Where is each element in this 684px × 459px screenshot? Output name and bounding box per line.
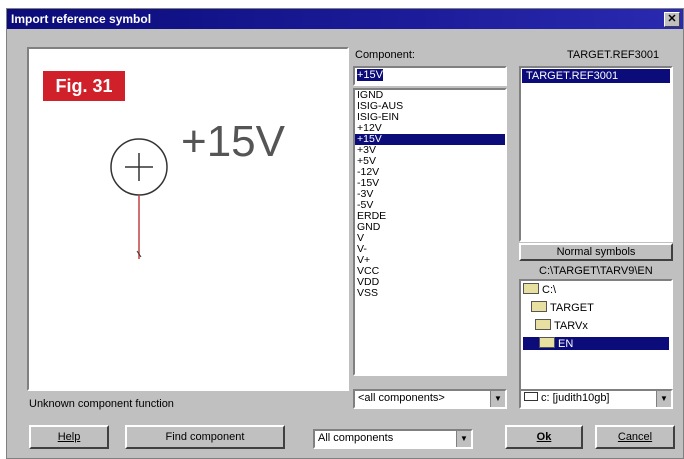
chevron-down-icon[interactable]: ▼ — [456, 431, 471, 447]
dir-item-label: TARGET — [550, 302, 594, 314]
list-item[interactable]: V- — [355, 244, 505, 255]
folder-open-icon — [539, 337, 555, 348]
list-item[interactable]: -15V — [355, 178, 505, 189]
close-icon[interactable]: ✕ — [664, 12, 680, 27]
title-bar[interactable]: Import reference symbol ✕ — [7, 9, 683, 29]
chevron-down-icon[interactable]: ▼ — [656, 391, 671, 407]
drive-value: c: [judith10gb] — [541, 392, 610, 404]
normal-symbols-button[interactable]: Normal symbols — [519, 243, 673, 261]
help-button-label: Help — [57, 431, 81, 443]
dir-item-en[interactable]: EN — [523, 337, 669, 350]
list-item[interactable]: -3V — [355, 189, 505, 200]
list-item[interactable]: GND — [355, 222, 505, 233]
dir-item-root[interactable]: C:\ — [523, 283, 556, 296]
voltage-source-symbol — [110, 138, 168, 259]
chevron-down-icon[interactable]: ▼ — [490, 391, 505, 407]
current-path: C:\TARGET\TARV9\EN — [539, 265, 653, 277]
list-item-selected[interactable]: +15V — [355, 134, 505, 145]
find-component-button[interactable]: Find component — [125, 425, 285, 449]
dir-item-label: EN — [558, 338, 574, 350]
import-reference-symbol-dialog: Import reference symbol ✕ Fig. 31 +15V U… — [6, 8, 684, 459]
dir-item-tarvx[interactable]: TARVx — [535, 319, 588, 332]
dir-item-target[interactable]: TARGET — [531, 301, 594, 314]
cancel-button[interactable]: Cancel — [595, 425, 675, 449]
all-components-dropdown[interactable]: All components ▼ — [313, 429, 473, 449]
list-item[interactable]: V — [355, 233, 505, 244]
all-components-value: All components — [318, 432, 394, 444]
list-item[interactable]: VSS — [355, 288, 505, 299]
symbol-preview: Fig. 31 +15V — [27, 47, 349, 391]
drive-icon — [524, 392, 538, 401]
cancel-button-label: Cancel — [617, 431, 653, 443]
symbol-name-text: +15V — [181, 117, 285, 166]
ok-button[interactable]: Ok — [505, 425, 583, 449]
component-label: Component: — [355, 49, 415, 61]
list-item[interactable]: +3V — [355, 145, 505, 156]
library-item-selected[interactable]: TARGET.REF3001 — [522, 69, 670, 83]
directory-list[interactable]: C:\ TARGET TARVx EN — [519, 279, 673, 391]
library-list[interactable]: TARGET.REF3001 — [519, 66, 673, 242]
find-component-button-label: Find component — [165, 431, 245, 443]
status-text: Unknown component function — [29, 398, 174, 410]
help-button[interactable]: Help — [29, 425, 109, 449]
library-title: TARGET.REF3001 — [567, 49, 660, 61]
dir-item-label: TARVx — [554, 320, 588, 332]
component-input-value: +15V — [357, 69, 383, 81]
folder-icon — [535, 319, 551, 330]
component-filter-value: <all components> — [358, 392, 445, 404]
folder-icon — [531, 301, 547, 312]
window-title: Import reference symbol — [11, 12, 152, 26]
component-filter-dropdown[interactable]: <all components> ▼ — [353, 389, 507, 409]
folder-icon — [523, 283, 539, 294]
component-list[interactable]: IGND ISIG-AUS ISIG-EIN +12V +15V +3V +5V… — [353, 88, 507, 376]
ok-button-label: Ok — [536, 431, 552, 443]
dir-item-label: C:\ — [542, 284, 557, 296]
drive-dropdown[interactable]: c: [judith10gb] ▼ — [519, 389, 673, 409]
component-input[interactable]: +15V — [353, 66, 507, 86]
